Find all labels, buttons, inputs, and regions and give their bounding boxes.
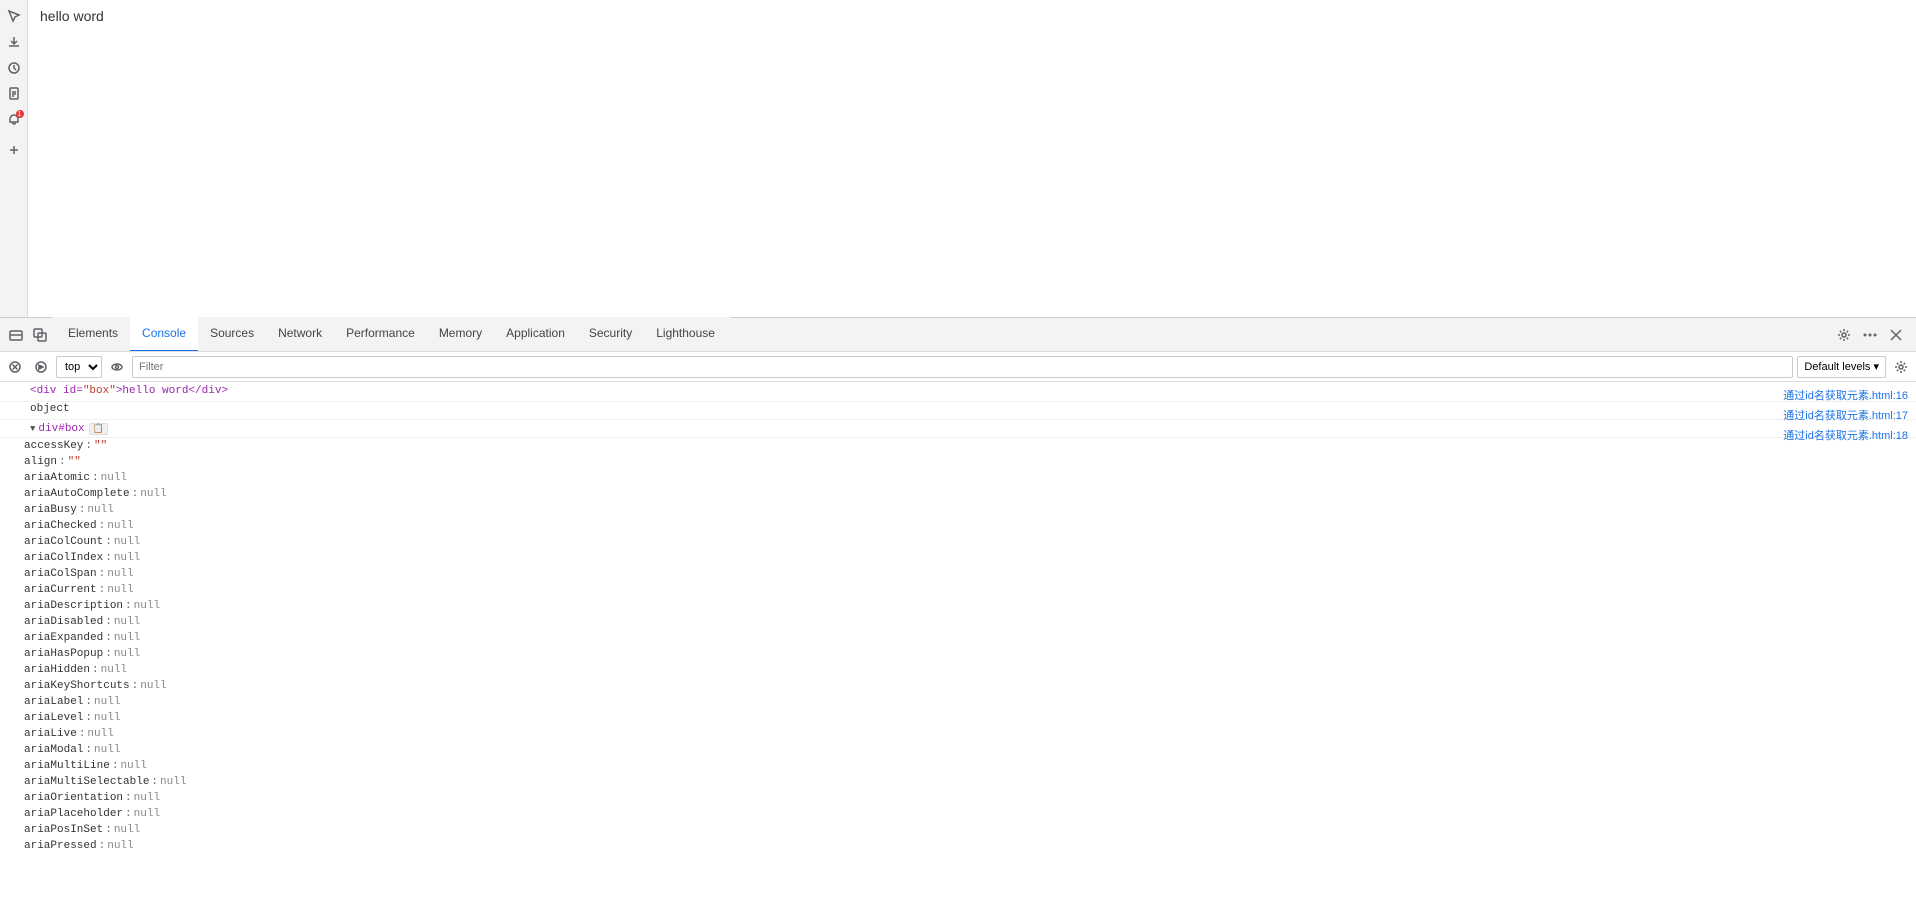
close-devtools-icon[interactable] <box>1884 323 1908 347</box>
prop-ariaHasPopup: ariaHasPopup : null <box>0 646 1916 662</box>
tab-application[interactable]: Application <box>494 317 577 352</box>
tab-elements[interactable]: Elements <box>56 317 130 352</box>
download-icon[interactable] <box>2 30 26 54</box>
prop-ariaDescription: ariaDescription : null <box>0 598 1916 614</box>
prop-ariaPosInSet: ariaPosInSet : null <box>0 822 1916 838</box>
tab-memory[interactable]: Memory <box>427 317 494 352</box>
settings-icon[interactable] <box>1832 323 1856 347</box>
html-tag-line: <div id="box">hello word</div> <box>0 384 1916 402</box>
dock-icon[interactable] <box>4 323 28 347</box>
eye-icon[interactable] <box>106 356 128 378</box>
page-title: hello word <box>40 8 1904 24</box>
tree-toggle[interactable] <box>30 424 35 434</box>
tab-security[interactable]: Security <box>577 317 644 352</box>
filter-input[interactable] <box>132 356 1793 378</box>
prop-ariaOrientation: ariaOrientation : null <box>0 790 1916 806</box>
clock-icon[interactable] <box>2 56 26 80</box>
prop-ariaPlaceholder: ariaPlaceholder : null <box>0 806 1916 822</box>
source-link-16[interactable]: 通过id名获取元素.html:16 <box>1783 386 1908 404</box>
tab-network[interactable]: Network <box>266 317 334 352</box>
prop-ariaLabel: ariaLabel : null <box>0 694 1916 710</box>
prop-ariaExpanded: ariaExpanded : null <box>0 630 1916 646</box>
tab-performance[interactable]: Performance <box>334 317 427 352</box>
node-store-icon[interactable]: 📋 <box>89 423 108 435</box>
document-icon[interactable] <box>2 82 26 106</box>
prop-ariaColCount: ariaColCount : null <box>0 534 1916 550</box>
prop-ariaChecked: ariaChecked : null <box>0 518 1916 534</box>
prop-ariaBusy: ariaBusy : null <box>0 502 1916 518</box>
notification-badge: 1 <box>16 110 24 118</box>
prop-align: align : "" <box>0 454 1916 470</box>
tab-console[interactable]: Console <box>130 317 198 352</box>
prop-ariaHidden: ariaHidden : null <box>0 662 1916 678</box>
prop-ariaModal: ariaModal : null <box>0 742 1916 758</box>
object-line: object <box>0 402 1916 420</box>
more-options-icon[interactable] <box>1858 323 1882 347</box>
console-settings-icon[interactable] <box>1890 356 1912 378</box>
prop-ariaLevel: ariaLevel : null <box>0 710 1916 726</box>
tab-lighthouse[interactable]: Lighthouse <box>644 317 727 352</box>
prop-ariaPressed: ariaPressed : null <box>0 838 1916 854</box>
default-levels-button[interactable]: Default levels ▾ <box>1797 356 1886 378</box>
run-in-console-icon[interactable] <box>30 356 52 378</box>
prop-ariaKeyShortcuts: ariaKeyShortcuts : null <box>0 678 1916 694</box>
div-node-row[interactable]: div #box 📋 <box>0 420 1916 438</box>
prop-ariaColIndex: ariaColIndex : null <box>0 550 1916 566</box>
prop-ariaMultiSelectable: ariaMultiSelectable : null <box>0 774 1916 790</box>
context-selector[interactable]: top <box>56 356 102 378</box>
prop-ariaCurrent: ariaCurrent : null <box>0 582 1916 598</box>
notification-icon[interactable]: 1 <box>2 108 26 132</box>
tab-sources[interactable]: Sources <box>198 317 266 352</box>
undock-icon[interactable] <box>28 323 52 347</box>
add-icon[interactable] <box>2 138 26 162</box>
prop-ariaDisabled: ariaDisabled : null <box>0 614 1916 630</box>
source-link-18[interactable]: 通过id名获取元素.html:18 <box>1783 426 1908 444</box>
prop-ariaAutoComplete: ariaAutoComplete : null <box>0 486 1916 502</box>
clear-console-icon[interactable] <box>4 356 26 378</box>
prop-ariaAtomic: ariaAtomic : null <box>0 470 1916 486</box>
prop-ariaColSpan: ariaColSpan : null <box>0 566 1916 582</box>
source-links: 通过id名获取元素.html:16 通过id名获取元素.html:17 通过id… <box>1775 382 1916 448</box>
source-link-17[interactable]: 通过id名获取元素.html:17 <box>1783 406 1908 424</box>
prop-accessKey: accessKey : "" <box>0 438 1916 454</box>
inspect-icon[interactable] <box>2 4 26 28</box>
prop-ariaLive: ariaLive : null <box>0 726 1916 742</box>
prop-ariaMultiLine: ariaMultiLine : null <box>0 758 1916 774</box>
